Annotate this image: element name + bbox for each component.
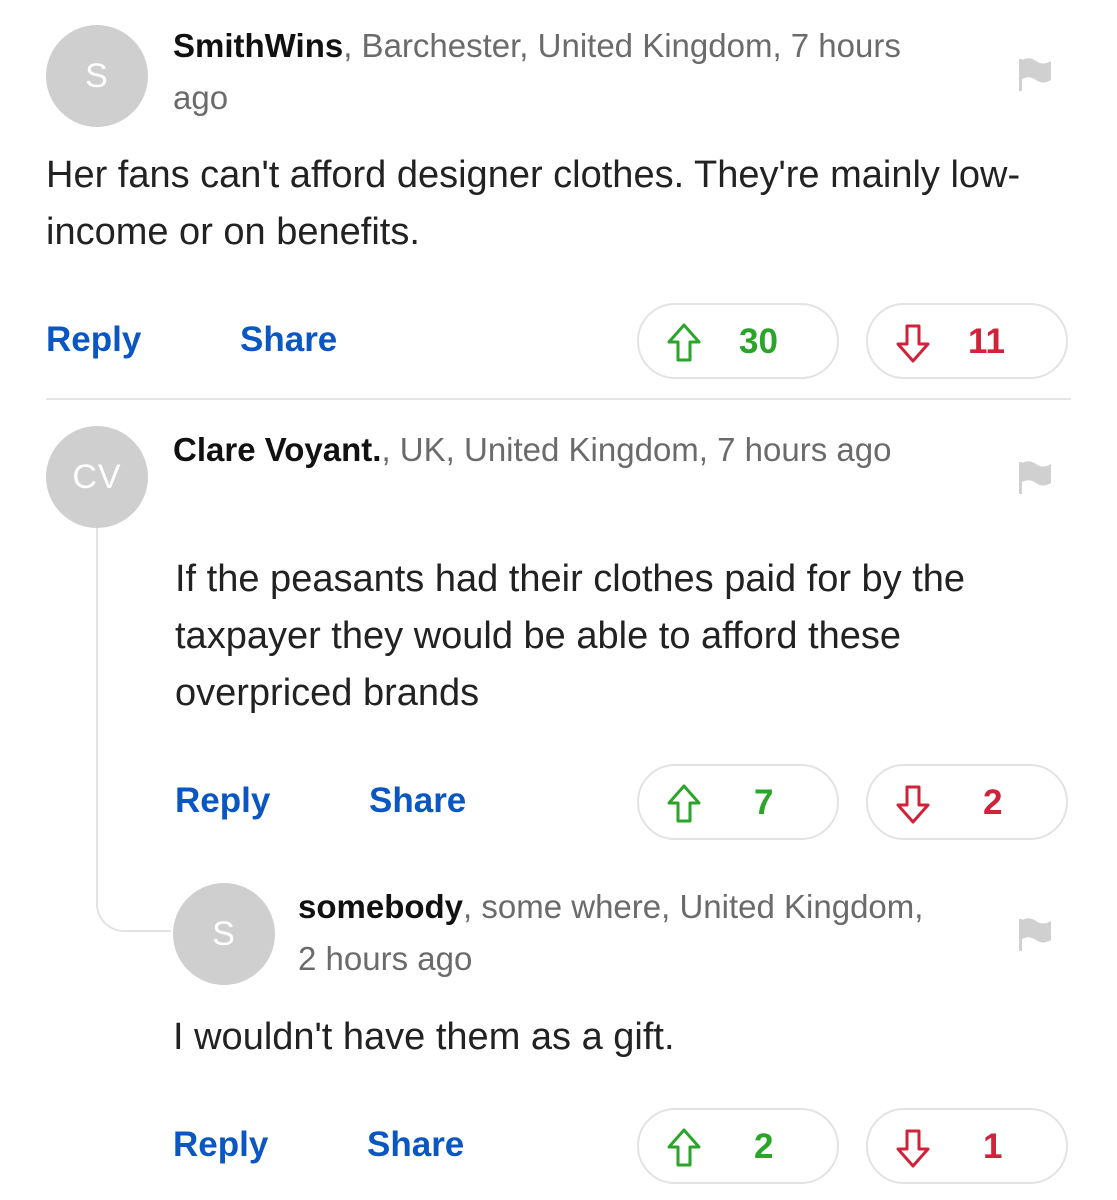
arrow-up-icon xyxy=(667,784,701,823)
downvote-count: 1 xyxy=(983,1127,1003,1166)
arrow-up-icon xyxy=(667,1128,701,1167)
comment-meta: Clare Voyant., UK, United Kingdom, 7 hou… xyxy=(173,424,973,476)
reply-button[interactable]: Reply xyxy=(175,781,270,821)
upvote-button[interactable]: 7 xyxy=(637,764,839,840)
author-name[interactable]: somebody xyxy=(298,888,463,925)
upvote-button[interactable]: 2 xyxy=(637,1108,839,1184)
upvote-count: 30 xyxy=(739,322,778,361)
downvote-button[interactable]: 1 xyxy=(866,1108,1068,1184)
avatar[interactable]: S xyxy=(173,883,275,985)
upvote-button[interactable]: 30 xyxy=(637,303,839,379)
share-button[interactable]: Share xyxy=(240,320,337,360)
arrow-up-icon xyxy=(667,323,701,362)
comment-text: I wouldn't have them as a gift. xyxy=(173,1016,675,1058)
reply-button[interactable]: Reply xyxy=(46,320,141,360)
comment-text: Her fans can't afford designer clothes. … xyxy=(46,154,1021,253)
flag-icon[interactable] xyxy=(1016,458,1054,496)
upvote-count: 2 xyxy=(754,1127,774,1166)
comment-divider xyxy=(46,398,1071,400)
share-button[interactable]: Share xyxy=(367,1125,464,1165)
author-name[interactable]: Clare Voyant. xyxy=(173,431,381,468)
downvote-count: 11 xyxy=(968,322,1005,361)
flag-icon[interactable] xyxy=(1016,55,1054,93)
comment-text: If the peasants had their clothes paid f… xyxy=(175,558,966,714)
avatar[interactable]: S xyxy=(46,25,148,127)
reply-button[interactable]: Reply xyxy=(173,1125,268,1165)
arrow-down-icon xyxy=(896,785,930,824)
arrow-down-icon xyxy=(896,1129,930,1168)
comment-meta: SmithWins, Barchester, United Kingdom, 7… xyxy=(173,20,943,124)
thread-connector xyxy=(96,525,171,932)
share-button[interactable]: Share xyxy=(369,781,466,821)
location-time: , UK, United Kingdom, 7 hours ago xyxy=(381,431,892,468)
upvote-count: 7 xyxy=(754,783,774,822)
author-name[interactable]: SmithWins xyxy=(173,27,343,64)
avatar[interactable]: CV xyxy=(46,426,148,528)
flag-icon[interactable] xyxy=(1016,915,1054,953)
downvote-button[interactable]: 2 xyxy=(866,764,1068,840)
comment-meta: somebody, some where, United Kingdom, 2 … xyxy=(298,881,938,985)
downvote-count: 2 xyxy=(983,783,1003,822)
downvote-button[interactable]: 11 xyxy=(866,303,1068,379)
arrow-down-icon xyxy=(896,324,930,363)
